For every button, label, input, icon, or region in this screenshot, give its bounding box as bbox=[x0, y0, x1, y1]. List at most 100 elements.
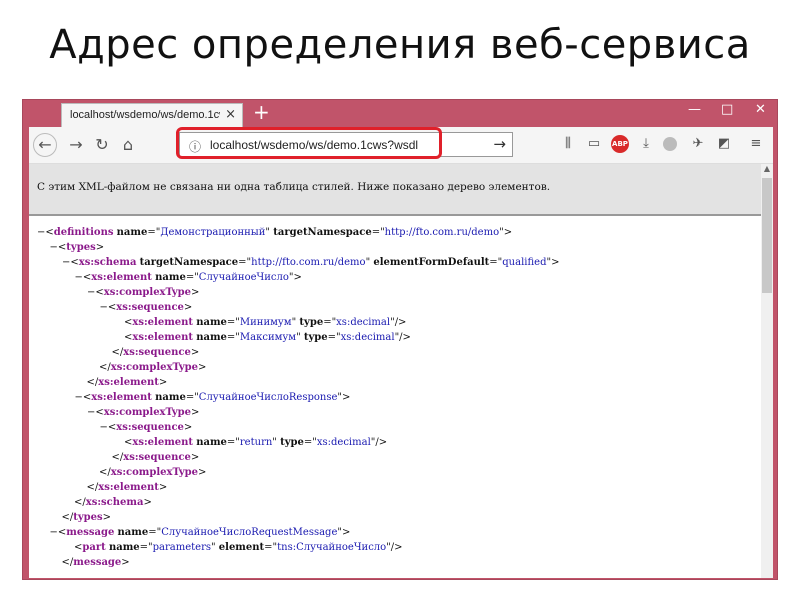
xml-attr-value: Максимум bbox=[239, 332, 297, 343]
xml-attr-value: СлучайноеЧислоRequestMessage bbox=[161, 527, 338, 538]
xml-attr-value: СлучайноеЧислоResponse bbox=[198, 392, 338, 403]
xml-attr-value: http://fto.com.ru/demo bbox=[384, 227, 500, 238]
xml-tag-name: xs:element bbox=[91, 272, 152, 283]
download-icon[interactable]: ⤓ bbox=[637, 135, 655, 153]
xml-line: </xs:complexType> bbox=[99, 467, 207, 478]
xml-line: <xs:element name="return" type="xs:decim… bbox=[124, 437, 388, 448]
scroll-up-icon[interactable]: ▲ bbox=[761, 164, 773, 176]
xml-line: </xs:element> bbox=[86, 482, 168, 493]
collapse-toggle[interactable]: − bbox=[50, 242, 58, 253]
reload-icon: ↻ bbox=[95, 135, 109, 154]
xml-tag-name: xs:complexType bbox=[110, 362, 198, 373]
collapse-toggle[interactable]: − bbox=[50, 527, 58, 538]
xml-attr-name: type bbox=[299, 317, 324, 328]
url-text[interactable]: localhost/wsdemo/ws/demo.1cws?wsdl bbox=[210, 138, 418, 152]
xml-attr-name: name bbox=[117, 527, 149, 538]
xml-info-bar: С этим XML-файлом не связана ни одна таб… bbox=[29, 164, 761, 216]
xml-attr-name: elementFormDefault bbox=[373, 257, 490, 268]
new-tab-button[interactable]: + bbox=[253, 101, 270, 123]
xml-attr-name: name bbox=[108, 542, 140, 553]
xml-line[interactable]: −<xs:complexType> bbox=[87, 287, 199, 302]
xml-attr-value: tns:СлучайноеЧисло bbox=[277, 542, 387, 553]
xml-line: </xs:schema> bbox=[74, 497, 152, 508]
xml-line: </types> bbox=[61, 512, 112, 523]
xml-line[interactable]: −<xs:element name="СлучайноеЧислоRespons… bbox=[75, 392, 351, 407]
forward-button[interactable]: → bbox=[63, 132, 89, 158]
xml-attr-name: type bbox=[303, 332, 328, 343]
xml-tag-name: xs:sequence bbox=[123, 347, 191, 358]
xml-line[interactable]: −<types> bbox=[50, 242, 105, 257]
minimize-button[interactable]: — bbox=[688, 102, 701, 117]
xml-line: </xs:element> bbox=[86, 377, 168, 388]
info-icon[interactable]: ⓘ bbox=[189, 138, 201, 155]
extension-icon-2[interactable]: ✈ bbox=[689, 135, 707, 153]
go-arrow-icon[interactable]: → bbox=[493, 135, 506, 153]
xml-tag-name: part bbox=[82, 542, 106, 553]
xml-attr-value: http://fto.com.ru/demo bbox=[251, 257, 366, 268]
arrow-left-icon: ← bbox=[38, 135, 52, 154]
collapse-toggle[interactable]: − bbox=[100, 422, 108, 433]
xml-tag-name: xs:schema bbox=[85, 497, 144, 508]
xml-tag-name: types bbox=[73, 512, 103, 523]
scroll-thumb[interactable] bbox=[762, 178, 772, 293]
xml-tag-name: xs:sequence bbox=[116, 422, 184, 433]
xml-line[interactable]: −<xs:element name="СлучайноеЧисло"> bbox=[75, 272, 302, 287]
xml-tag-name: xs:element bbox=[98, 482, 159, 493]
url-bar[interactable]: ⓘ localhost/wsdemo/ws/demo.1cws?wsdl → bbox=[179, 132, 513, 157]
reader-icon[interactable]: ▭ bbox=[585, 135, 603, 153]
xml-attr-name: name bbox=[155, 272, 186, 283]
xml-attr-value: xs:decimal bbox=[316, 437, 371, 448]
tab-close-icon[interactable]: × bbox=[225, 107, 236, 122]
xml-attr-name: name bbox=[196, 332, 227, 343]
xml-tag-name: message bbox=[66, 527, 115, 538]
home-icon: ⌂ bbox=[122, 135, 134, 154]
collapse-toggle[interactable]: − bbox=[100, 302, 108, 313]
collapse-toggle[interactable]: − bbox=[75, 392, 83, 403]
extension-icon[interactable] bbox=[663, 137, 677, 151]
library-icon[interactable]: ⫼ bbox=[559, 135, 577, 153]
xml-tag-name: xs:schema bbox=[78, 257, 137, 268]
xml-attr-value: return bbox=[239, 437, 273, 448]
browser-tab[interactable]: localhost/wsdemo/ws/demo.1cws?wsdl × bbox=[61, 103, 243, 127]
menu-icon[interactable]: ≡ bbox=[747, 135, 765, 153]
xml-tag-name: xs:complexType bbox=[103, 407, 192, 418]
xml-line: </xs:sequence> bbox=[111, 347, 200, 358]
xml-line: <xs:element name="Минимум" type="xs:deci… bbox=[124, 317, 407, 328]
xml-line: </xs:complexType> bbox=[99, 362, 207, 373]
xml-tag-name: xs:sequence bbox=[116, 302, 184, 313]
adblock-icon[interactable]: ABP bbox=[611, 135, 629, 153]
xml-tag-name: xs:element bbox=[91, 392, 152, 403]
collapse-toggle[interactable]: − bbox=[75, 272, 83, 283]
xml-attr-name: name bbox=[196, 437, 227, 448]
screenshot-icon[interactable]: ◩ bbox=[715, 135, 733, 153]
home-button[interactable]: ⌂ bbox=[115, 132, 141, 158]
info-message: С этим XML-файлом не связана ни одна таб… bbox=[37, 181, 551, 193]
vertical-scrollbar[interactable]: ▲ bbox=[761, 164, 773, 578]
xml-line: </message> bbox=[61, 557, 130, 568]
xml-tag-name: xs:complexType bbox=[110, 467, 198, 478]
xml-attr-name: name bbox=[155, 392, 186, 403]
xml-line[interactable]: −<xs:sequence> bbox=[100, 422, 193, 437]
close-window-button[interactable]: ✕ bbox=[755, 102, 766, 117]
xml-line[interactable]: −<definitions name="Демонстрационный" ta… bbox=[37, 227, 512, 242]
xml-attr-value: qualified bbox=[502, 257, 547, 268]
xml-attr-name: name bbox=[116, 227, 148, 238]
xml-tag-name: message bbox=[73, 557, 122, 568]
xml-line[interactable]: −<message name="СлучайноеЧислоRequestMes… bbox=[50, 527, 351, 542]
xml-attr-name: element bbox=[218, 542, 265, 553]
xml-attr-name: targetNamespace bbox=[273, 227, 372, 238]
xml-attr-value: xs:decimal bbox=[336, 317, 391, 328]
xml-line: <xs:element name="Максимум" type="xs:dec… bbox=[124, 332, 411, 343]
xml-attr-value: Демонстрационный bbox=[160, 227, 266, 238]
page-content: С этим XML-файлом не связана ни одна таб… bbox=[29, 164, 773, 578]
xml-tag-name: types bbox=[66, 242, 96, 253]
reload-button[interactable]: ↻ bbox=[89, 132, 115, 158]
back-button[interactable]: ← bbox=[33, 133, 57, 157]
maximize-button[interactable]: □ bbox=[721, 102, 733, 117]
xml-tag-name: xs:element bbox=[132, 332, 194, 343]
xml-line[interactable]: −<xs:complexType> bbox=[87, 407, 199, 422]
xml-line[interactable]: −<xs:sequence> bbox=[100, 302, 193, 317]
xml-line[interactable]: −<xs:schema targetNamespace="http://fto.… bbox=[62, 257, 559, 272]
slide-title: Адрес определения веб-сервиса bbox=[49, 22, 751, 68]
xml-line: </xs:sequence> bbox=[111, 452, 200, 463]
